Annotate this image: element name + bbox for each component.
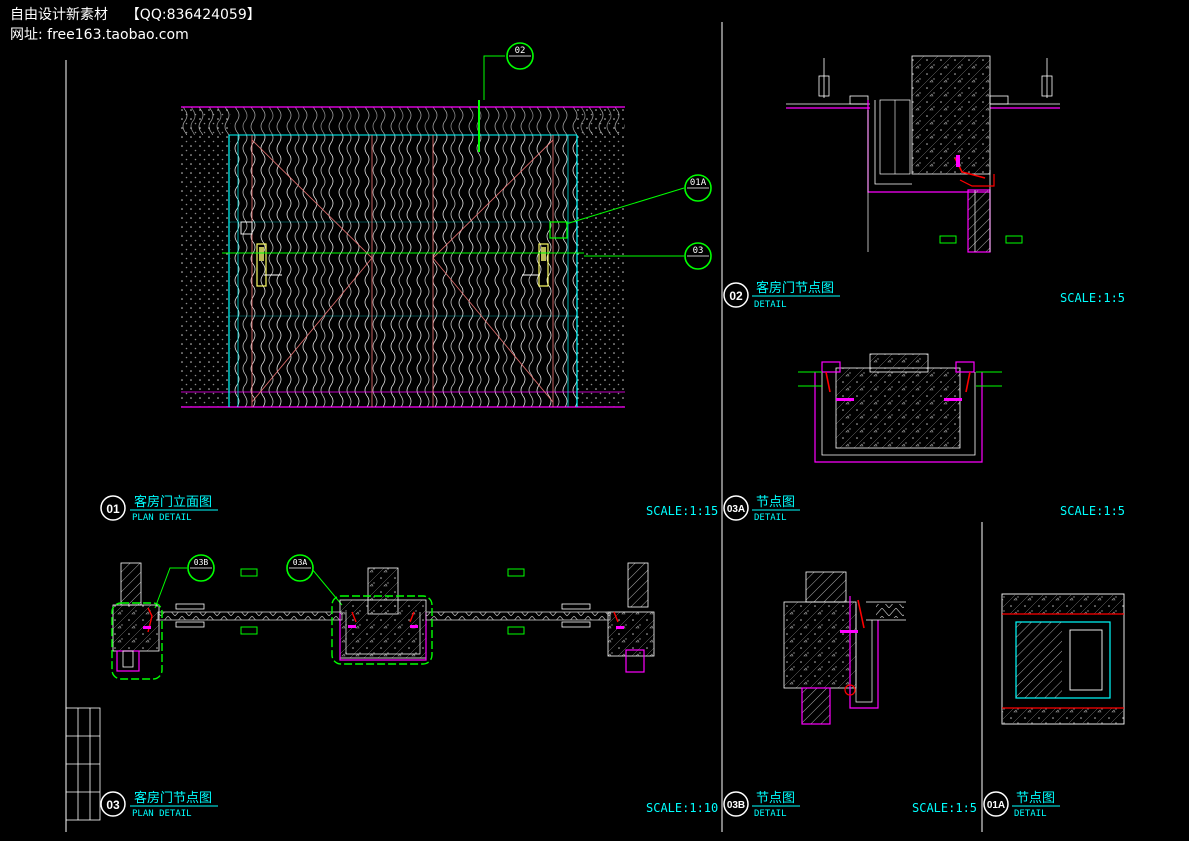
watermark-qq: 【QQ:836424059】: [125, 7, 261, 23]
detail-03a-drawing: [798, 353, 1002, 463]
detail-03b-drawing: [783, 571, 906, 725]
callout-02[interactable]: 02: [506, 42, 534, 70]
title-01-scale: SCALE:1:15: [646, 504, 718, 518]
door-plan-section: [111, 562, 655, 680]
title-block-01a: 01A 节点图 DETAIL: [983, 791, 1060, 819]
title-01a-number: 01A: [987, 800, 1005, 811]
title-03-name: 客房门节点图: [134, 790, 212, 806]
callout-03b[interactable]: 03B: [187, 554, 215, 582]
door-elevation: [181, 106, 625, 408]
revision-strip: [65, 707, 101, 821]
callout-03[interactable]: 03: [684, 242, 712, 270]
title-03-scale: SCALE:1:10: [646, 801, 718, 815]
title-03b-sub: DETAIL: [754, 809, 787, 819]
title-03a-number: 03A: [727, 504, 745, 515]
title-01a-sub: DETAIL: [1014, 809, 1047, 819]
watermark-name: 自由设计新素材: [10, 7, 108, 23]
title-02-number: 02: [729, 289, 743, 303]
title-block-03a: 03A 节点图 DETAIL SCALE:1:5: [723, 495, 1125, 523]
callout-03a[interactable]: 03A: [286, 554, 314, 582]
callout-03-label: 03: [693, 246, 704, 256]
callout-03a-label: 03A: [293, 558, 308, 567]
callout-01a-label: 01A: [690, 178, 707, 188]
watermark-line-2: 网址: free163.taobao.com: [10, 27, 189, 43]
title-block-02: 02 客房门节点图 DETAIL SCALE:1:5: [723, 280, 1125, 310]
title-02-scale: SCALE:1:5: [1060, 291, 1125, 305]
title-03b-scale: SCALE:1:5: [912, 801, 977, 815]
title-01a-name: 节点图: [1016, 791, 1055, 806]
watermark-line-1: 自由设计新素材 【QQ:836424059】: [10, 4, 261, 24]
title-01-name: 客房门立面图: [134, 494, 212, 510]
title-03-sub: PLAN DETAIL: [132, 809, 192, 819]
title-03b-number: 03B: [727, 800, 745, 811]
cad-drawing-canvas: 02 01A 03 03B 03A 01 客房门立面图 PLAN DETAIL …: [65, 22, 1125, 832]
title-03a-name: 节点图: [756, 495, 795, 510]
title-01-number: 01: [106, 502, 120, 516]
title-03b-name: 节点图: [756, 791, 795, 806]
title-01-sub: PLAN DETAIL: [132, 513, 192, 523]
title-02-sub: DETAIL: [754, 300, 787, 310]
detail-02-drawing: [786, 55, 1060, 253]
title-block-01: 01 客房门立面图 PLAN DETAIL SCALE:1:15: [100, 494, 718, 523]
title-02-name: 客房门节点图: [756, 280, 834, 296]
title-03a-sub: DETAIL: [754, 513, 787, 523]
callout-03b-label: 03B: [194, 558, 209, 567]
callout-02-label: 02: [515, 46, 526, 56]
title-03-number: 03: [106, 798, 120, 812]
title-block-03b: 03B 节点图 DETAIL SCALE:1:5: [723, 791, 977, 819]
title-block-03: 03 客房门节点图 PLAN DETAIL SCALE:1:10: [100, 790, 718, 819]
detail-01a-drawing: [1001, 593, 1125, 725]
callout-01a[interactable]: 01A: [684, 174, 712, 202]
title-03a-scale: SCALE:1:5: [1060, 504, 1125, 518]
